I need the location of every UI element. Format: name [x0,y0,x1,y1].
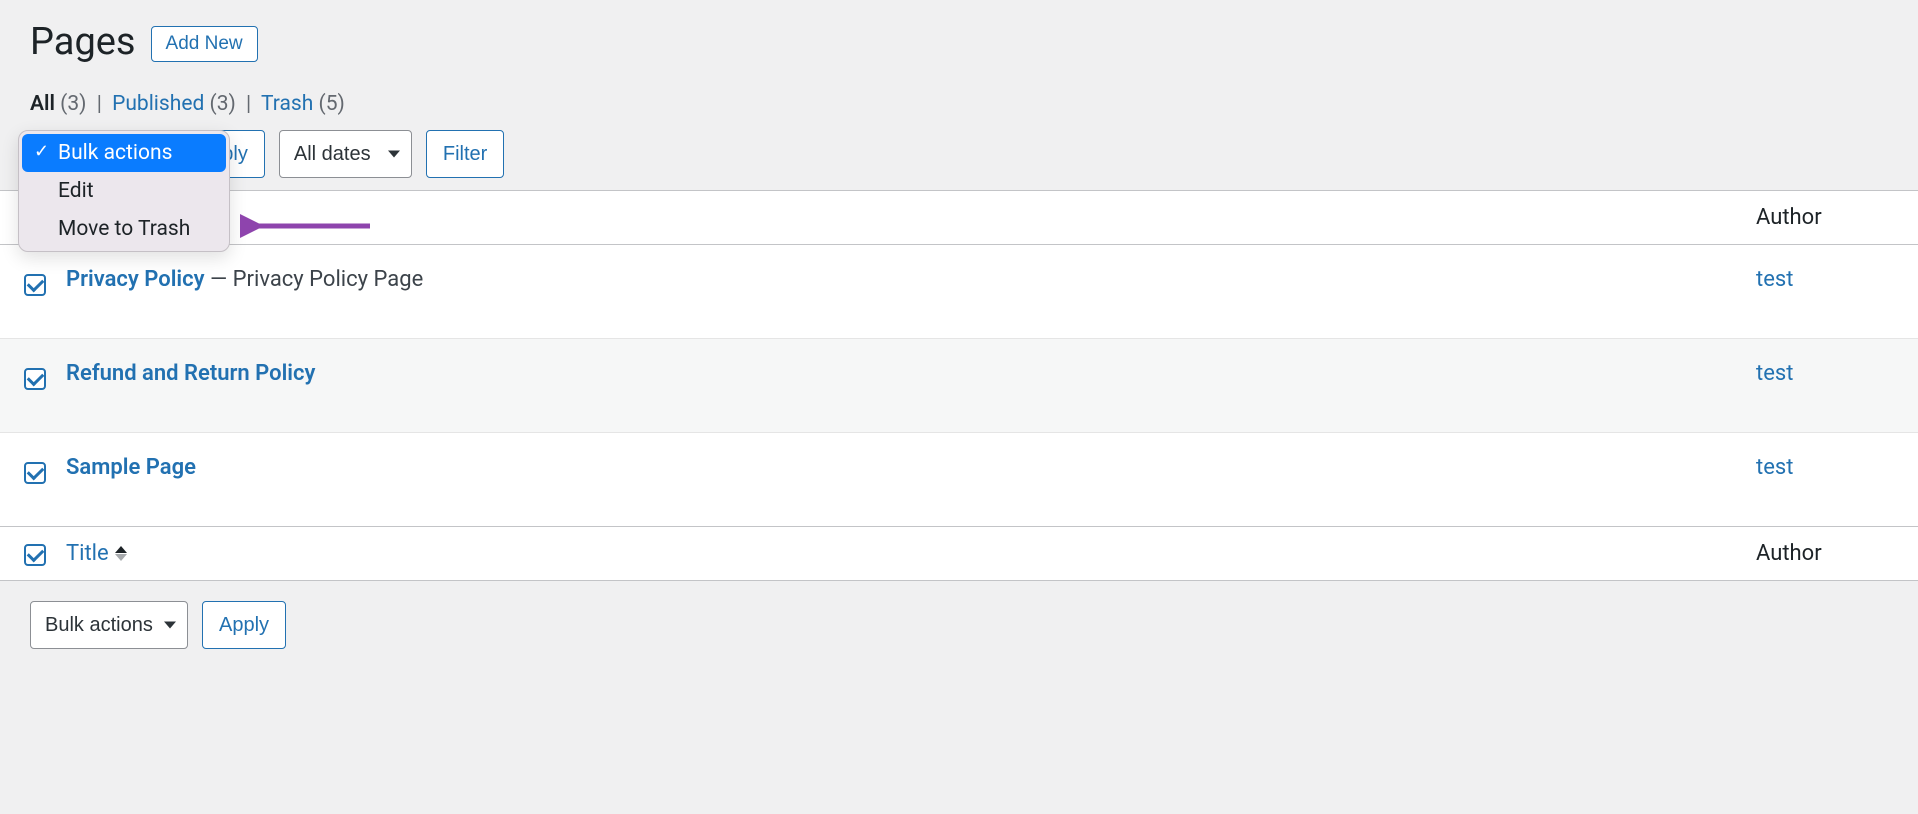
page-title: Pages [30,20,136,64]
select-all-bottom-checkbox[interactable] [24,544,46,566]
add-new-button[interactable]: Add New [151,26,258,62]
bulk-actions-bottom-select[interactable]: Bulk actions [30,601,188,649]
author-link[interactable]: test [1756,267,1793,292]
bulk-option-bulk-actions[interactable]: Bulk actions [22,134,226,172]
row-title-cell: Sample Page [48,433,1738,527]
row-title-cell: Privacy Policy — Privacy Policy Page [48,245,1738,339]
table-row: Privacy Policy — Privacy Policy Page tes… [0,245,1918,339]
bulk-actions-dropdown[interactable]: Bulk actions Edit Move to Trash [18,130,230,252]
page-title-link[interactable]: Refund and Return Policy [66,361,315,386]
row-checkbox[interactable] [24,368,46,390]
row-title-cell: Refund and Return Policy [48,339,1738,433]
date-filter-select[interactable]: All dates [279,130,412,178]
column-title-footer[interactable]: Title [48,527,1738,581]
column-author-header[interactable]: Author [1738,191,1918,245]
filter-button[interactable]: Filter [426,130,504,178]
column-author-footer[interactable]: Author [1738,527,1918,581]
filter-trash[interactable]: Trash (5) [261,92,345,116]
author-link[interactable]: test [1756,361,1793,386]
table-row: Refund and Return Policy test [0,339,1918,433]
bulk-option-edit[interactable]: Edit [22,172,226,210]
author-link[interactable]: test [1756,455,1793,480]
status-filter-tabs: All (3) | Published (3) | Trash (5) [30,92,1888,116]
page-title-link[interactable]: Sample Page [66,455,196,480]
post-state: — Privacy Policy Page [205,267,424,292]
page-title-link[interactable]: Privacy Policy [66,267,205,292]
pages-table: Title Author Privacy Policy — Privacy Po… [0,190,1918,581]
row-checkbox[interactable] [24,462,46,484]
table-row: Sample Page test [0,433,1918,527]
column-title-header[interactable]: Title [48,191,1738,245]
row-checkbox[interactable] [24,274,46,296]
bulk-option-move-to-trash[interactable]: Move to Trash [22,210,226,248]
filter-published[interactable]: Published (3) [112,92,241,116]
filter-all[interactable]: All (3) [30,92,92,116]
sort-icon [115,546,127,561]
apply-bottom-button[interactable]: Apply [202,601,286,649]
